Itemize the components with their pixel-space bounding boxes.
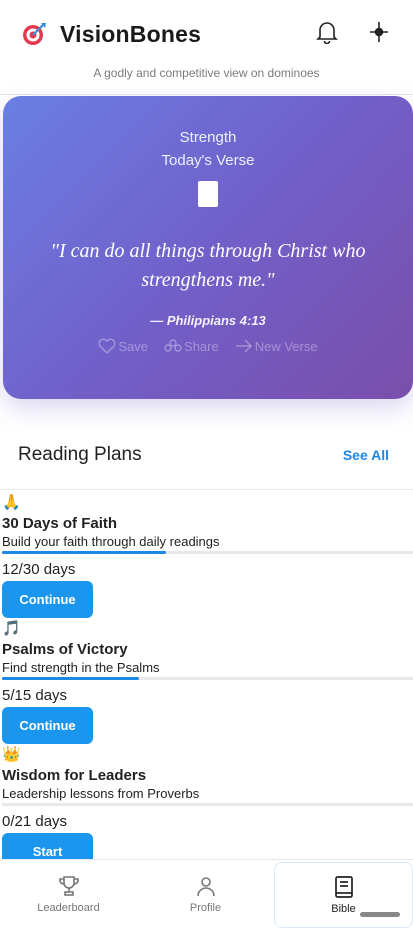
praying-hands-icon: 🙏 (2, 494, 21, 511)
app-header: VisionBones (0, 0, 413, 68)
verse-text: "I can do all things through Christ who … (50, 240, 366, 291)
plan-item: 👑 Wisdom for Leaders Leadership lessons … (2, 746, 413, 870)
plan-progress-bar (2, 677, 413, 680)
target-dart-icon (20, 20, 48, 48)
crosshair-icon[interactable] (367, 18, 391, 46)
plan-description: Find strength in the Psalms (2, 660, 160, 675)
bell-icon[interactable] (315, 18, 339, 46)
verse-heading: Today's Verse (161, 152, 255, 169)
verse-card: Strength Today's Verse "I can do all thi… (3, 96, 413, 399)
plan-description: Build your faith through daily readings (2, 534, 220, 549)
share-verse-button[interactable]: Share (164, 338, 219, 354)
plan-progress-text: 0/21 days (2, 813, 68, 830)
plan-progress-text: 5/15 days (2, 687, 68, 704)
person-icon (196, 877, 215, 897)
share-label: Share (184, 338, 219, 354)
crown-icon: 👑 (2, 746, 21, 763)
nav-profile-label: Profile (189, 902, 222, 914)
share-icon (164, 339, 182, 352)
tagline: A godly and competitive view on dominoes (0, 66, 413, 95)
save-verse-button[interactable]: Save (98, 338, 148, 354)
plan-title: 30 Days of Faith (2, 515, 118, 532)
plan-progress-text: 12/30 days (2, 561, 76, 578)
new-verse-button[interactable]: New Verse (235, 338, 318, 354)
heart-icon (98, 338, 116, 354)
new-verse-label: New Verse (254, 338, 318, 354)
reading-plans-list: 🙏 30 Days of Faith Build your faith thro… (2, 494, 413, 872)
see-all-link[interactable]: See All (343, 447, 389, 463)
plan-item: 🎵 Psalms of Victory Find strength in the… (2, 620, 413, 744)
save-label: Save (118, 338, 149, 354)
plan-title: Psalms of Victory (2, 641, 128, 658)
divider (0, 489, 413, 490)
trophy-icon (58, 876, 79, 896)
plan-description: Leadership lessons from Proverbs (2, 786, 200, 801)
plan-progress-bar (2, 551, 413, 554)
plan-progress-bar (2, 803, 413, 806)
app-title: VisionBones (60, 20, 202, 47)
arrow-right-icon (235, 339, 252, 353)
plan-title: Wisdom for Leaders (2, 767, 147, 784)
music-note-icon: 🎵 (2, 620, 21, 637)
verse-topic: Strength (179, 129, 237, 146)
home-indicator (360, 912, 400, 917)
continue-button[interactable]: Continue (2, 707, 93, 744)
reading-plans-title: Reading Plans (18, 444, 142, 465)
bottom-nav: Leaderboard Profile Bible (0, 859, 413, 928)
nav-bible-label: Bible (331, 903, 356, 915)
plan-item: 🙏 30 Days of Faith Build your faith thro… (2, 494, 413, 618)
book-icon (198, 181, 218, 207)
verse-reference: — Philippians 4:13 (150, 313, 266, 328)
continue-button[interactable]: Continue (2, 581, 93, 618)
book-icon (334, 876, 353, 898)
nav-profile[interactable]: Profile (137, 860, 274, 928)
nav-leaderboard[interactable]: Leaderboard (0, 860, 137, 928)
nav-leaderboard-label: Leaderboard (37, 902, 100, 914)
nav-bible[interactable]: Bible (274, 862, 413, 928)
